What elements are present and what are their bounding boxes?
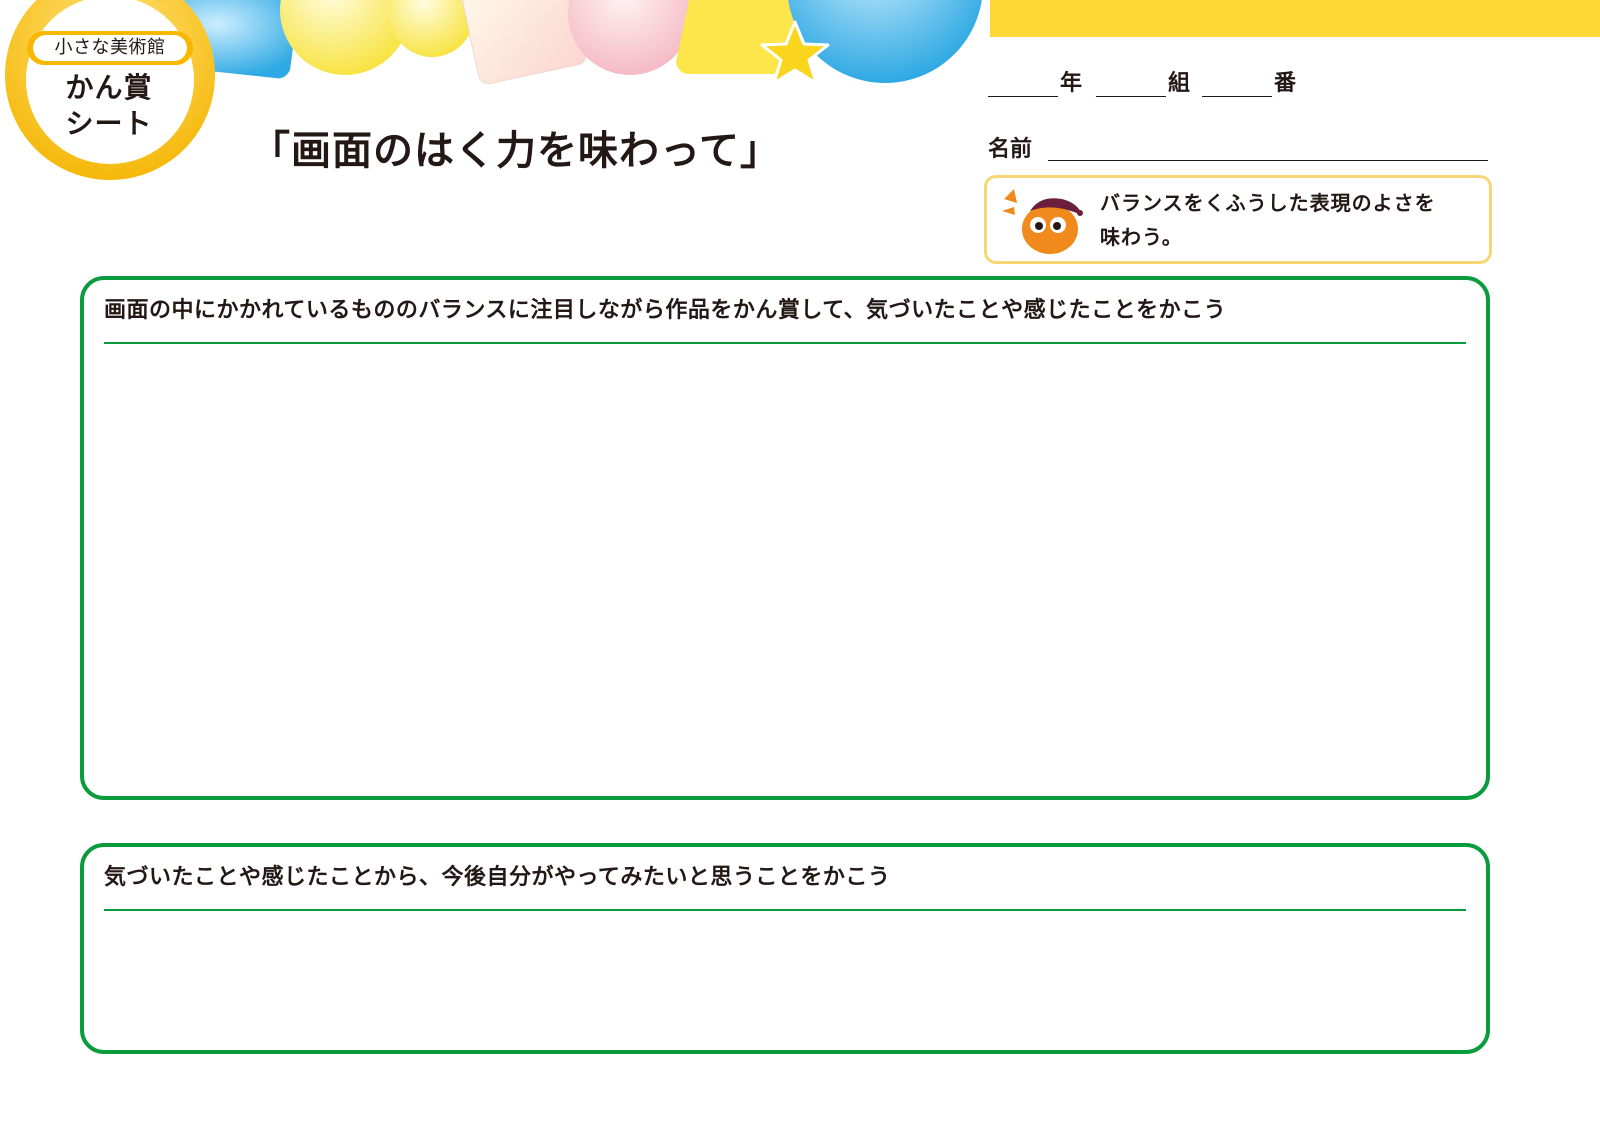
badge-series-label: 小さな美術館 (33, 35, 187, 61)
grade-input-line[interactable] (988, 96, 1058, 97)
badge-title: かん賞 シート (30, 70, 188, 142)
goal-text-line1: バランスをくふうした表現のよさを (1100, 191, 1436, 215)
pink-circle-shape (568, 0, 692, 75)
name-label: 名前 (988, 137, 1033, 162)
future-plan-prompt-rule (104, 909, 1466, 911)
observation-answer-area[interactable] (104, 356, 1466, 784)
badge-series-pill: 小さな美術館 (27, 31, 193, 65)
yellow-small-circle-shape (390, 0, 474, 57)
observation-prompt: 画面の中にかかれているもののバランスに注目しながら作品をかん賞して、気づいたこと… (104, 298, 1227, 323)
painter-mascot-icon (1002, 189, 1083, 254)
number-input-line[interactable] (1202, 96, 1272, 97)
grade-label: 年 (1060, 71, 1083, 96)
class-label: 組 (1168, 71, 1191, 96)
goal-text-line2: 味わう。 (1100, 225, 1183, 249)
observation-prompt-rule (104, 342, 1466, 344)
page-title: 「画面のはく力を味わって」 (250, 128, 781, 174)
badge-title-line2: シート (65, 107, 153, 140)
header-band (990, 0, 1600, 37)
class-input-line[interactable] (1096, 96, 1166, 97)
name-input-line[interactable] (1048, 160, 1488, 161)
blue-circle-shape (788, 0, 982, 83)
number-label: 番 (1274, 71, 1297, 96)
goal-text: バランスをくふうした表現のよさを 味わう。 (1100, 186, 1480, 254)
future-plan-answer-area[interactable] (104, 922, 1466, 1038)
badge-title-line1: かん賞 (65, 71, 153, 104)
future-plan-prompt: 気づいたことや感じたことから、今後自分がやってみたいと思うことをかこう (104, 865, 891, 890)
